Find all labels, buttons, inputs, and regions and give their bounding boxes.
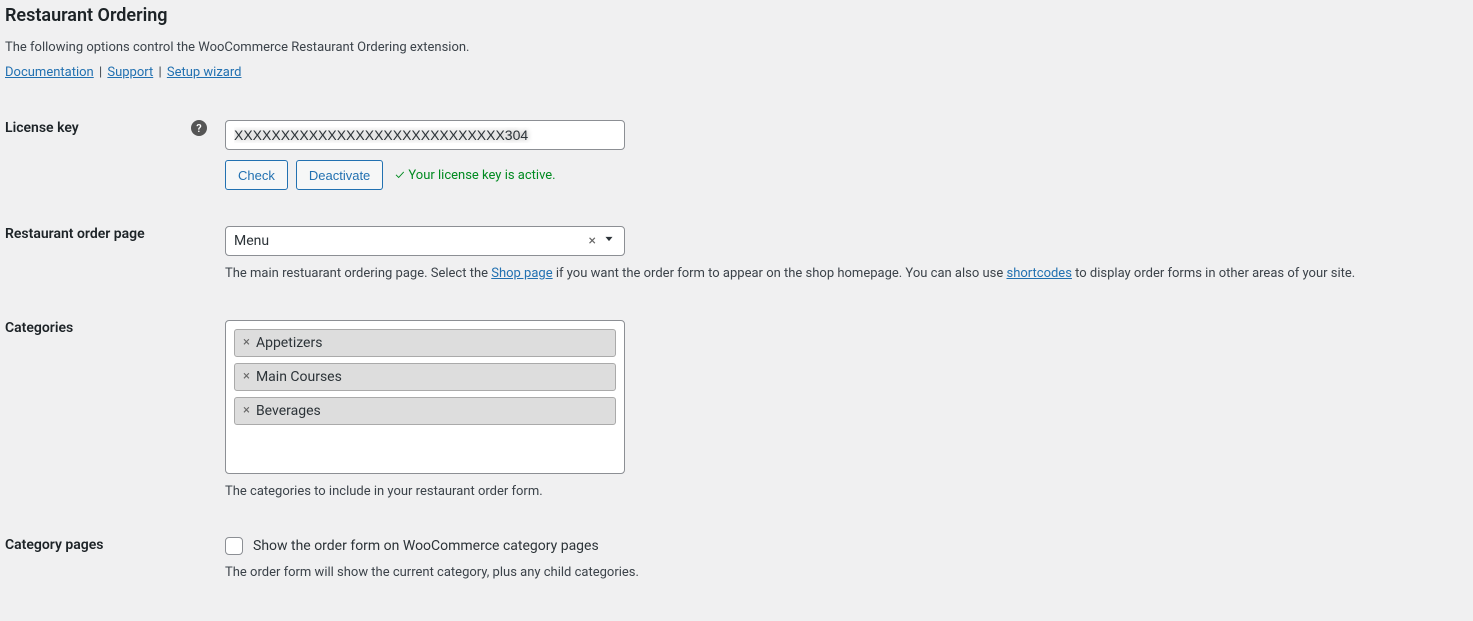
link-separator: | bbox=[153, 65, 167, 80]
intro-text: The following options control the WooCom… bbox=[5, 40, 1468, 55]
chevron-down-icon bbox=[602, 232, 616, 250]
checkmark-icon: ✓ bbox=[395, 168, 404, 183]
category-tag-label: Main Courses bbox=[256, 369, 342, 385]
categories-multiselect[interactable]: × Appetizers × Main Courses × Beverages bbox=[225, 320, 625, 474]
order-page-label: Restaurant order page bbox=[5, 226, 145, 242]
desc-text: The main restuarant ordering page. Selec… bbox=[225, 266, 491, 281]
order-page-description: The main restuarant ordering page. Selec… bbox=[225, 264, 1468, 284]
category-tag: × Main Courses bbox=[234, 363, 616, 391]
clear-icon[interactable]: × bbox=[589, 233, 596, 249]
license-status-text: Your license key is active. bbox=[408, 168, 555, 183]
license-key-label: License key bbox=[5, 120, 79, 136]
remove-icon[interactable]: × bbox=[243, 335, 250, 350]
support-link[interactable]: Support bbox=[107, 65, 153, 80]
categories-label: Categories bbox=[5, 320, 73, 336]
desc-text: to display order forms in other areas of… bbox=[1072, 266, 1355, 281]
shortcodes-link[interactable]: shortcodes bbox=[1007, 266, 1072, 281]
order-page-select[interactable]: Menu × bbox=[225, 226, 625, 256]
category-pages-checkbox-label: Show the order form on WooCommerce categ… bbox=[253, 538, 599, 554]
documentation-link[interactable]: Documentation bbox=[5, 65, 94, 80]
category-pages-label: Category pages bbox=[5, 537, 103, 553]
category-pages-checkbox[interactable] bbox=[225, 537, 243, 555]
license-status: ✓ Your license key is active. bbox=[395, 168, 555, 183]
desc-text: if you want the order form to appear on … bbox=[553, 266, 1007, 281]
shop-page-link[interactable]: Shop page bbox=[491, 266, 552, 281]
setup-wizard-link[interactable]: Setup wizard bbox=[167, 65, 242, 80]
link-separator: | bbox=[94, 65, 108, 80]
license-key-input[interactable] bbox=[225, 120, 625, 150]
category-tag-label: Appetizers bbox=[256, 335, 323, 351]
category-tag: × Beverages bbox=[234, 397, 616, 425]
page-title: Restaurant Ordering bbox=[5, 5, 1468, 26]
remove-icon[interactable]: × bbox=[243, 369, 250, 384]
order-page-selected: Menu bbox=[234, 233, 269, 249]
category-pages-description: The order form will show the current cat… bbox=[225, 563, 1468, 583]
categories-description: The categories to include in your restau… bbox=[225, 482, 1468, 502]
help-icon[interactable]: ? bbox=[191, 120, 207, 136]
remove-icon[interactable]: × bbox=[243, 403, 250, 418]
deactivate-button[interactable]: Deactivate bbox=[296, 160, 383, 190]
category-tag: × Appetizers bbox=[234, 329, 616, 357]
check-button[interactable]: Check bbox=[225, 160, 288, 190]
category-tag-label: Beverages bbox=[256, 403, 321, 419]
